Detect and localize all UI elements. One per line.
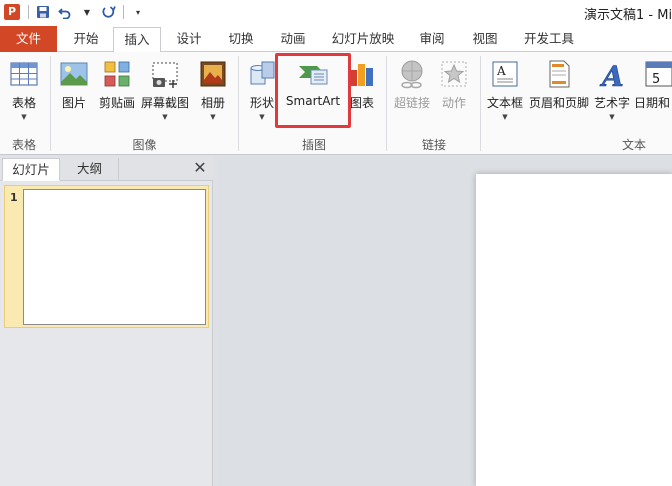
textbox-button-label: 文本框	[486, 96, 523, 110]
clipart-icon	[104, 61, 130, 87]
shapes-icon	[250, 61, 275, 85]
slide-thumbnail-item[interactable]: 1	[4, 185, 209, 328]
svg-text:A: A	[496, 64, 506, 78]
shapes-button[interactable]: 形状 ▼	[244, 56, 280, 128]
slides-pane: 幻灯片 大纲 ✕ 1	[0, 156, 213, 486]
slide-number: 1	[10, 191, 18, 204]
clipart-button[interactable]: 剪贴画	[97, 56, 137, 128]
smartart-button[interactable]: SmartArt	[282, 56, 344, 128]
tab-home[interactable]: 开始	[62, 27, 110, 52]
group-divider	[50, 56, 51, 151]
redo-icon[interactable]	[101, 4, 117, 20]
date-time-button-label: 日期和	[634, 96, 671, 110]
action-button[interactable]: 动作	[436, 56, 472, 128]
textbox-button[interactable]: A 文本框 ▼	[484, 56, 526, 128]
shapes-button-label: 形状	[249, 96, 274, 110]
photo-album-button-label: 相册	[200, 96, 225, 110]
smartart-icon	[299, 66, 328, 85]
undo-dropdown-icon[interactable]: ▼	[79, 4, 95, 20]
chevron-down-icon: ▼	[210, 113, 216, 121]
calendar-icon: 5	[645, 61, 672, 87]
slide-thumbnail[interactable]	[23, 189, 206, 325]
table-icon	[10, 62, 38, 86]
group-label-links: 链接	[421, 138, 446, 152]
group-divider	[480, 56, 481, 151]
tab-developer[interactable]: 开发工具	[514, 27, 584, 52]
title-bar: P ▼ ▾ 演示文稿1 - Mi	[0, 0, 672, 24]
group-label-images: 图像	[132, 138, 157, 152]
quick-access-toolbar: ▼ ▾	[28, 4, 146, 20]
tab-design[interactable]: 设计	[165, 27, 213, 52]
ribbon-insert-panel: 表格 ▼ 表格 图片 剪贴画 屏幕截图 ▼ 相册 ▼ 图像 形状 ▼ Smart…	[0, 52, 672, 155]
tab-transitions[interactable]: 切换	[217, 27, 265, 52]
header-footer-icon	[549, 60, 570, 88]
chart-button[interactable]: 图表	[346, 56, 378, 128]
textbox-icon: A	[492, 61, 518, 87]
tab-slides[interactable]: 幻灯片	[2, 158, 60, 181]
screenshot-icon	[152, 62, 178, 88]
close-icon[interactable]: ✕	[192, 159, 208, 177]
toolbar-divider	[28, 5, 29, 19]
globe-link-icon	[401, 60, 423, 89]
tab-view[interactable]: 视图	[461, 27, 509, 52]
photo-album-button[interactable]: 相册 ▼	[196, 56, 230, 128]
picture-button[interactable]: 图片	[57, 56, 91, 128]
powerpoint-app-icon[interactable]: P	[4, 4, 20, 20]
smartart-button-label: SmartArt	[285, 94, 341, 108]
hyperlink-button-label: 超链接	[393, 96, 430, 110]
tab-slideshow[interactable]: 幻灯片放映	[323, 27, 403, 52]
undo-icon[interactable]	[57, 4, 73, 20]
group-label-illustrations: 插图	[301, 138, 326, 152]
customize-toolbar-icon[interactable]: ▾	[130, 4, 146, 20]
chevron-down-icon: ▼	[162, 113, 168, 121]
photo-album-icon	[200, 61, 226, 87]
tab-animations[interactable]: 动画	[269, 27, 317, 52]
svg-text:5: 5	[652, 72, 660, 87]
tab-insert[interactable]: 插入	[113, 27, 161, 53]
action-button-label: 动作	[441, 96, 466, 110]
date-time-button[interactable]: 5 日期和	[634, 56, 672, 128]
chevron-down-icon: ▼	[502, 113, 508, 121]
group-label-tables: 表格	[11, 138, 36, 152]
toolbar-divider	[123, 5, 124, 19]
table-button-label: 表格	[11, 96, 36, 110]
screenshot-button[interactable]: 屏幕截图 ▼	[139, 56, 191, 128]
slide-editing-area	[218, 156, 672, 486]
pane-tab-bar: 幻灯片 大纲 ✕	[0, 156, 213, 181]
header-footer-button[interactable]: 页眉和页脚	[528, 56, 590, 128]
group-divider	[386, 56, 387, 151]
save-icon[interactable]	[35, 4, 51, 20]
tab-outline[interactable]: 大纲	[61, 158, 119, 181]
window-title: 演示文稿1 - Mi	[584, 8, 672, 23]
svg-text:A: A	[599, 60, 624, 90]
group-divider	[238, 56, 239, 151]
table-button[interactable]: 表格 ▼	[4, 56, 44, 128]
group-label-text: 文本	[621, 138, 646, 152]
chart-icon	[350, 64, 373, 86]
action-star-icon	[441, 61, 467, 87]
tab-review[interactable]: 审阅	[408, 27, 456, 52]
ribbon-tab-bar: 文件 开始 插入 设计 切换 动画 幻灯片放映 审阅 视图 开发工具	[0, 24, 672, 53]
picture-icon	[60, 62, 88, 86]
wordart-button-label: 艺术字	[593, 96, 630, 110]
screenshot-button-label: 屏幕截图	[140, 96, 189, 110]
clipart-button-label: 剪贴画	[98, 96, 135, 110]
slide-canvas[interactable]	[476, 174, 672, 486]
tab-file[interactable]: 文件	[0, 26, 57, 52]
wordart-button[interactable]: A 艺术字 ▼	[592, 56, 632, 128]
header-footer-button-label: 页眉和页脚	[528, 96, 589, 110]
chevron-down-icon: ▼	[21, 113, 27, 121]
wordart-icon: A	[599, 60, 624, 90]
chart-button-label: 图表	[349, 96, 374, 110]
picture-button-label: 图片	[61, 96, 86, 110]
chevron-down-icon: ▼	[259, 113, 265, 121]
hyperlink-button[interactable]: 超链接	[392, 56, 432, 128]
chevron-down-icon: ▼	[609, 113, 615, 121]
